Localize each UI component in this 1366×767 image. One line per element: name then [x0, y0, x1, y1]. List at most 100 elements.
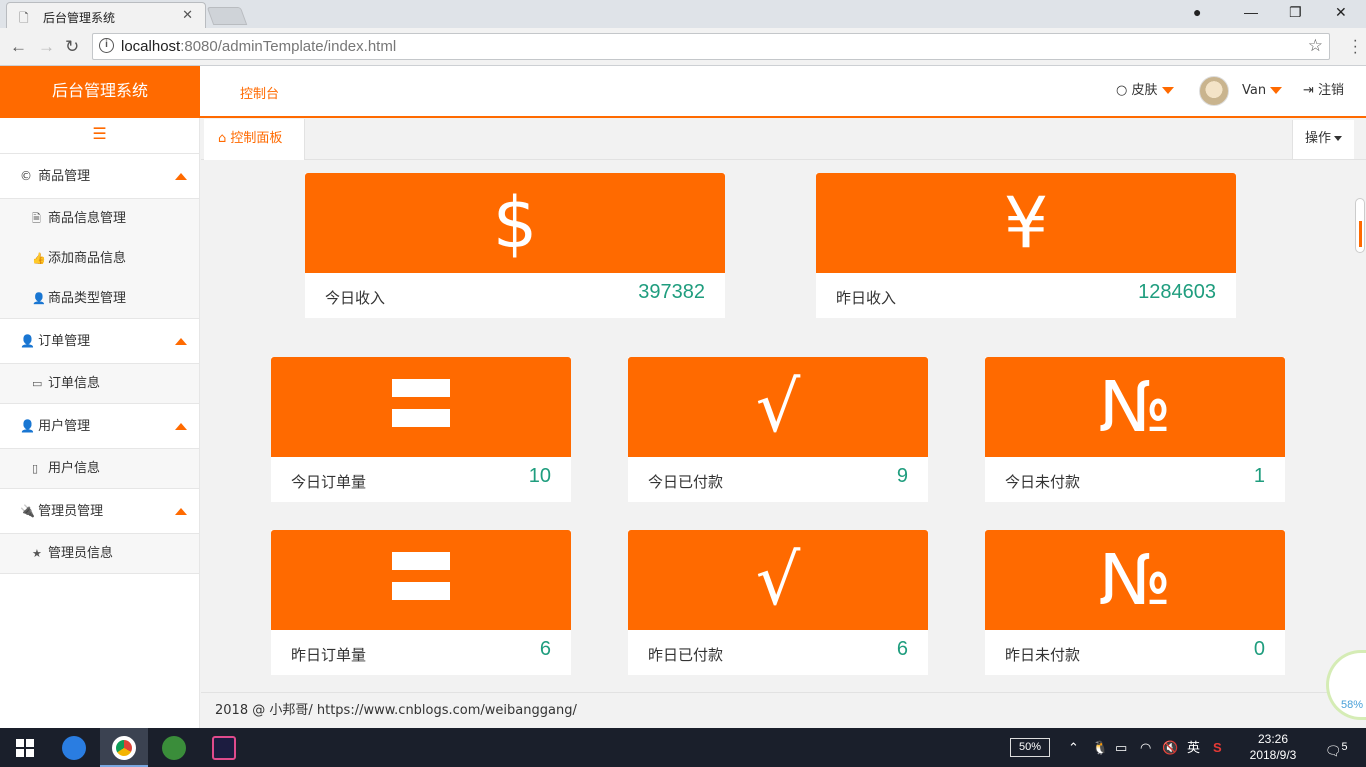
sidebar-group-goods[interactable]: © 商品管理: [0, 154, 199, 199]
caret-up-icon: [175, 508, 187, 515]
new-tab-button[interactable]: [206, 7, 248, 25]
card-label: 昨日订单量: [291, 646, 367, 664]
card-label: 今日未付款: [1005, 473, 1081, 491]
user-menu[interactable]: Van: [1242, 66, 1283, 116]
back-icon[interactable]: ←: [10, 37, 27, 57]
taskbar-chrome[interactable]: [100, 728, 148, 767]
nav-console[interactable]: 控制台: [240, 83, 279, 102]
bookmark-star-icon[interactable]: ☆: [1308, 36, 1323, 56]
close-tab-icon[interactable]: ✕: [182, 7, 193, 23]
taskbar-hbuilder[interactable]: [150, 728, 198, 767]
dollar-icon: $: [492, 182, 538, 264]
taskbar-intellij[interactable]: [200, 728, 248, 767]
sidebar-item-admin-info[interactable]: ★ 管理员信息: [0, 534, 199, 574]
restore-button[interactable]: ❐: [1289, 4, 1302, 21]
wifi-icon[interactable]: ◠: [1140, 728, 1151, 767]
card-value: 1284603: [1138, 281, 1216, 303]
address-bar[interactable]: i localhost:8080/adminTemplate/index.htm…: [92, 33, 1330, 60]
clock[interactable]: 23:26 2018/9/3: [1246, 731, 1300, 763]
logout-button[interactable]: ⇥ 注销: [1303, 66, 1344, 116]
windows-icon: [16, 739, 34, 757]
app-header: 后台管理系统 控制台 ○ 皮肤 Van ⇥ 注销: [0, 66, 1366, 118]
tab-dashboard[interactable]: ⌂ 控制面板: [204, 119, 305, 160]
sign-out-icon: ⇥: [1303, 83, 1314, 98]
card-today-paid: √ 今日已付款 9: [628, 357, 928, 502]
sidebar-item-add-goods[interactable]: 👍 添加商品信息: [0, 239, 199, 279]
info-icon[interactable]: i: [99, 38, 114, 53]
skin-label: 皮肤: [1131, 83, 1158, 98]
sidebar-group-admins[interactable]: 🔌 管理员管理: [0, 489, 199, 534]
sidebar-item-user-info[interactable]: ▯ 用户信息: [0, 449, 199, 489]
reload-icon[interactable]: ↻: [65, 37, 79, 57]
star-icon: ★: [32, 547, 42, 560]
url-text[interactable]: localhost:8080/adminTemplate/index.html: [121, 38, 396, 55]
operations-dropdown[interactable]: 操作: [1292, 120, 1354, 159]
hbuilder-icon: [162, 736, 186, 761]
user-icon: 👤: [32, 292, 46, 305]
taskbar: 50% ⌃ 🐧 ▭ ◠ 🔇 英 S 23:26 2018/9/3 🗨5: [0, 728, 1366, 767]
circle-icon: ○: [1116, 83, 1128, 98]
sidebar-group-label: 管理员管理: [38, 504, 104, 519]
caret-down-icon: [1270, 87, 1283, 94]
card-label: 今日已付款: [648, 473, 724, 491]
monitor-icon: ▭: [32, 377, 43, 390]
card-value: 0: [1253, 638, 1265, 660]
ime-label[interactable]: 英: [1187, 728, 1200, 767]
intellij-icon: [212, 736, 236, 761]
card-value: 1: [1253, 465, 1265, 487]
numero-icon: №: [1098, 366, 1172, 448]
browser-menu-icon[interactable]: · · ·: [1353, 33, 1358, 61]
check-root-icon: √: [755, 539, 801, 621]
notification-icon[interactable]: 🗨5: [1325, 728, 1348, 767]
caret-down-icon: [1161, 87, 1174, 94]
sidebar: ☰ © 商品管理 🗎 商品信息管理 👍 添加商品信息 👤 商品类型管理 👤 订单管理 …: [0, 118, 200, 728]
start-button[interactable]: [0, 728, 48, 767]
sidebar-item-order-info[interactable]: ▭ 订单信息: [0, 364, 199, 404]
sidebar-group-orders[interactable]: 👤 订单管理: [0, 319, 199, 364]
card-value: 397382: [638, 281, 705, 303]
page-scrollbar[interactable]: [1355, 198, 1365, 253]
taskbar-sogou[interactable]: [50, 728, 98, 767]
browser-tab[interactable]: 🗋 后台管理系统 ✕: [6, 2, 206, 28]
user-icon: 👤: [20, 419, 35, 433]
mobile-icon: ▯: [32, 462, 39, 475]
chevron-up-icon[interactable]: ⌃: [1068, 728, 1079, 767]
card-value: 9: [896, 465, 908, 487]
sidebar-item-goods-type[interactable]: 👤 商品类型管理: [0, 279, 199, 319]
card-label: 昨日已付款: [648, 646, 724, 664]
caret-up-icon: [175, 423, 187, 430]
qq-icon[interactable]: 🐧: [1092, 728, 1108, 767]
equals-icon: [392, 552, 450, 612]
caret-up-icon: [175, 173, 187, 180]
sidebar-group-users[interactable]: 👤 用户管理: [0, 404, 199, 449]
content-tab-strip: ⌂ 控制面板 操作: [201, 118, 1366, 160]
minimize-button[interactable]: —: [1244, 4, 1258, 20]
avatar[interactable]: [1199, 76, 1229, 106]
card-value: 6: [896, 638, 908, 660]
sidebar-group-label: 用户管理: [38, 419, 91, 434]
forward-icon[interactable]: →: [38, 37, 55, 57]
sidebar-item-goods-info[interactable]: 🗎 商品信息管理: [0, 199, 199, 239]
battery-icon[interactable]: ▭: [1115, 728, 1127, 767]
home-icon: ⌂: [218, 131, 227, 146]
copyright-icon: ©: [20, 169, 32, 183]
equals-icon: [392, 379, 450, 439]
chrome-icon: [112, 736, 136, 761]
card-label: 昨日收入: [836, 289, 897, 307]
battery-indicator[interactable]: 50%: [1010, 738, 1050, 757]
profile-icon[interactable]: ●: [1193, 4, 1201, 20]
menu-toggle-icon[interactable]: ☰: [0, 118, 199, 154]
volume-muted-icon[interactable]: 🔇: [1162, 728, 1178, 767]
logout-label: 注销: [1318, 83, 1345, 98]
card-value: 6: [539, 638, 551, 660]
browser-tab-bar: 🗋 后台管理系统 ✕ ● — ❐ ✕: [0, 0, 1366, 28]
browser-tab-title: 后台管理系统: [43, 11, 116, 25]
close-window-button[interactable]: ✕: [1335, 4, 1347, 21]
sogou-tray-icon[interactable]: S: [1213, 728, 1222, 767]
notification-count: 5: [1341, 741, 1348, 753]
skin-menu[interactable]: ○ 皮肤: [1116, 66, 1174, 116]
card-yesterday-unpaid: № 昨日未付款 0: [985, 530, 1285, 675]
app-logo: 后台管理系统: [0, 66, 200, 116]
gauge-value: 58%: [1341, 699, 1364, 711]
card-value: 10: [528, 465, 551, 487]
